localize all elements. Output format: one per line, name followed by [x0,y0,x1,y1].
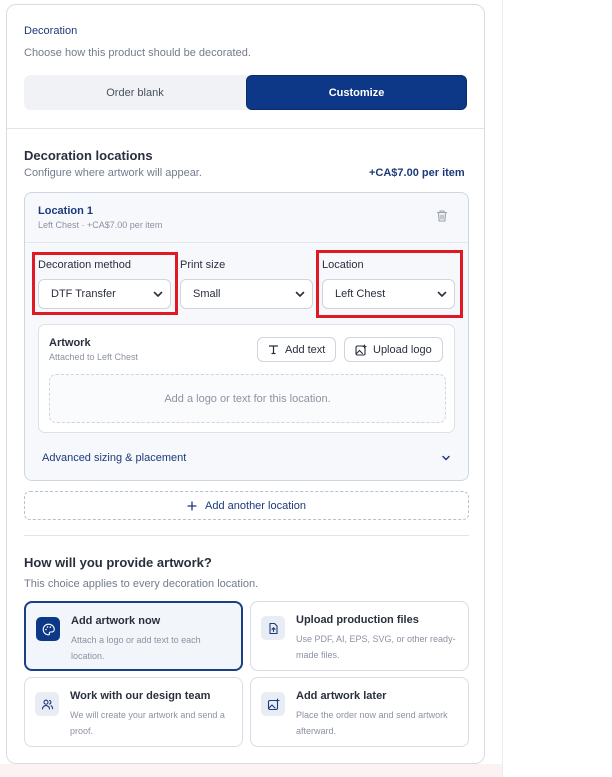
location-card: Location 1 Left Chest · +CA$7.00 per ite… [24,192,469,481]
option-description: Attach a logo or add text to each locati… [71,635,201,661]
order-blank-button[interactable]: Order blank [24,75,246,110]
chevron-down-icon[interactable] [441,453,451,463]
decoration-toggle: Order blank Customize [24,75,467,110]
option-design-team[interactable]: Work with our design team We will create… [24,677,243,747]
location-divider [25,242,468,243]
upload-logo-button[interactable]: Upload logo [344,337,443,362]
location-title: Location 1 [38,205,94,217]
highlight-box [316,250,463,318]
option-title: Work with our design team [70,690,211,702]
option-upload-production-files[interactable]: Upload production files Use PDF, AI, EPS… [250,601,469,671]
option-description: We will create your artwork and send a p… [70,710,225,736]
artwork-subtitle: Attached to Left Chest [49,352,139,362]
upload-logo-label: Upload logo [373,343,432,356]
print-size-label: Print size [180,259,226,271]
text-icon [268,345,279,355]
print-size-select[interactable]: Small [180,279,313,309]
add-text-button[interactable]: Add text [257,337,337,362]
locations-price: +CA$7.00 per item [369,167,465,179]
page-background [0,764,502,777]
add-text-label: Add text [285,343,326,356]
image-upload-icon [355,343,367,356]
option-title: Add artwork later [296,690,387,702]
chevron-down-icon [295,291,305,297]
option-description: Place the order now and send artwork aft… [296,710,448,736]
customize-button[interactable]: Customize [246,75,467,110]
users-icon [35,692,59,716]
locations-title: Decoration locations [24,148,153,163]
artwork-dropzone[interactable]: Add a logo or text for this location. [49,374,446,423]
artwork-title: Artwork [49,337,91,349]
file-upload-icon [261,616,285,640]
decoration-title: Decoration [24,25,78,37]
trash-icon[interactable] [435,209,449,223]
option-title: Upload production files [296,614,419,626]
divider [24,535,469,536]
location-subtitle: Left Chest · +CA$7.00 per item [38,220,163,230]
image-plus-icon [261,692,285,716]
advanced-sizing-toggle[interactable]: Advanced sizing & placement [42,452,186,464]
right-background [502,0,612,777]
provide-artwork-title: How will you provide artwork? [24,555,212,570]
option-description: Use PDF, AI, EPS, SVG, or other ready-ma… [296,634,456,660]
decoration-panel: Decoration Choose how this product shoul… [6,4,485,764]
option-title: Add artwork now [71,615,161,627]
decoration-subtitle: Choose how this product should be decora… [24,47,251,59]
plus-icon [187,500,197,511]
option-add-artwork-later[interactable]: Add artwork later Place the order now an… [250,677,469,747]
locations-subtitle: Configure where artwork will appear. [24,167,202,179]
palette-icon [36,617,60,641]
highlight-box [32,252,178,315]
artwork-card: Artwork Attached to Left Chest Add text … [38,324,455,433]
print-size-value: Small [193,288,221,300]
option-add-artwork-now[interactable]: Add artwork now Attach a logo or add tex… [24,601,243,671]
add-location-button[interactable]: Add another location [24,491,469,520]
add-location-label: Add another location [205,499,306,512]
divider [7,128,484,129]
provide-artwork-subtitle: This choice applies to every decoration … [24,578,259,590]
